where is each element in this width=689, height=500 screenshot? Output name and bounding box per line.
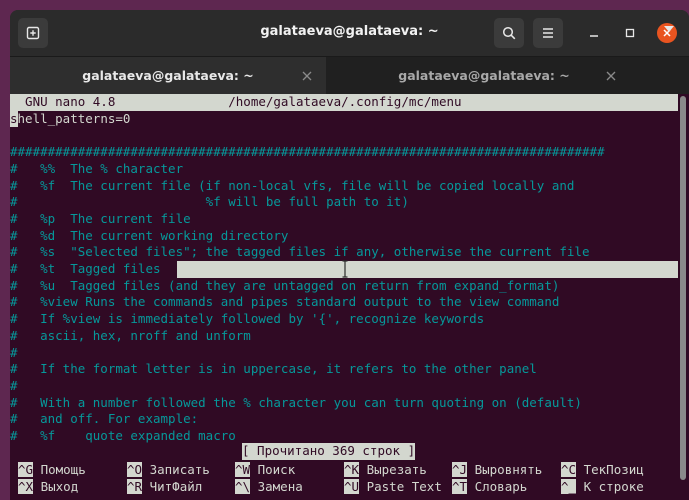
status-message: [ Прочитано 369 строк ] — [242, 443, 416, 460]
shortcut-item: ^U Paste Text — [344, 479, 442, 496]
shortcut-item: ^W Поиск — [235, 462, 295, 479]
editor-line[interactable]: # %s "Selected files"; the tagged files … — [10, 244, 589, 261]
editor-line[interactable]: # %f quote expanded macro — [10, 428, 236, 445]
shortcut-bar: ^G Помощь ^O Записать ^W Поиск ^K Вырезать ^… — [10, 462, 689, 498]
tab-close-icon[interactable] — [605, 70, 617, 82]
terminal-window: galataeva@galataeva: ~ galataeva@galatae… — [10, 10, 689, 500]
terminal-area[interactable]: GNU nano 4.8 /home/galataeva/.config/mc/… — [10, 94, 689, 500]
tab-close-icon[interactable] — [301, 70, 313, 82]
shortcut-item: ^X Выход — [18, 479, 78, 496]
shortcut-label: Помощь — [33, 462, 86, 477]
shortcut-key: ^T — [452, 479, 468, 494]
scrollbar-thumb[interactable] — [680, 96, 686, 480]
editor-line[interactable]: # %u Tagged files (and they are untagged… — [10, 278, 559, 295]
search-button[interactable] — [494, 18, 524, 48]
editor-line-text: hell_patterns=0 — [17, 110, 131, 126]
search-icon — [502, 26, 516, 40]
shortcut-key: ^G — [18, 462, 34, 477]
editor-line[interactable]: # If %view is immediately followed by '{… — [10, 311, 484, 328]
shortcut-item: ^C ТекПозиц — [561, 462, 644, 479]
editor-line[interactable]: # %view Runs the commands and pipes stan… — [10, 294, 559, 311]
shortcut-label: Замена — [250, 479, 303, 494]
editor-line[interactable]: # %f will be full path to it) — [10, 194, 409, 211]
shortcut-label: Вырезать — [359, 462, 427, 477]
tabs-menu-arrow-icon[interactable] — [664, 26, 674, 32]
shortcut-key: ^O — [127, 462, 143, 477]
shortcut-label: Paste Text — [359, 479, 442, 494]
shortcut-item: ^R ЧитФайл — [127, 479, 202, 496]
shortcut-label: К строке — [576, 479, 644, 494]
shortcut-item: ^G Помощь — [18, 462, 86, 479]
minimize-button[interactable] — [584, 23, 604, 43]
tab-1[interactable]: galataeva@galataeva: ~ — [10, 57, 326, 94]
tab-2[interactable]: galataeva@galataeva: ~ — [326, 57, 642, 94]
shortcut-key: ^J — [452, 462, 468, 477]
shortcut-item: ^T Словарь — [452, 479, 527, 496]
editor-line[interactable]: # — [10, 345, 18, 362]
ibeam-cursor-icon — [342, 260, 348, 278]
shortcut-label: Словарь — [467, 479, 528, 494]
shortcut-label: Поиск — [250, 462, 296, 477]
editor-line[interactable]: # %% The % character — [10, 161, 183, 178]
nano-header: GNU nano 4.8 /home/galataeva/.config/mc/… — [10, 94, 678, 111]
editor-line-1[interactable]: shell_patterns=0 — [10, 110, 131, 128]
maximize-button[interactable] — [620, 23, 640, 43]
shortcut-label: ТекПозиц — [576, 462, 644, 477]
tab-label: galataeva@galataeva: ~ — [398, 68, 570, 83]
shortcut-label: ЧитФайл — [142, 479, 203, 494]
tab-label: galataeva@galataeva: ~ — [82, 68, 254, 83]
text-cursor: s — [10, 110, 18, 128]
tab-bar: galataeva@galataeva: ~ galataeva@galatae… — [10, 56, 689, 94]
editor-line[interactable]: # %d The current working directory — [10, 228, 288, 245]
editor-line[interactable]: # %p The current file — [10, 211, 191, 228]
maximize-icon — [625, 28, 635, 38]
editor-line[interactable]: # — [10, 378, 18, 395]
shortcut-key: ^W — [235, 462, 251, 477]
editor-line[interactable]: ########################################… — [10, 144, 605, 161]
hamburger-menu-button[interactable] — [533, 18, 563, 48]
editor-line[interactable]: # %f The current file (if non-local vfs,… — [10, 178, 574, 195]
shortcut-item: ^_ К строке — [561, 479, 644, 496]
shortcut-key: ^\ — [235, 479, 251, 494]
editor-line[interactable]: # and off. For example: — [10, 411, 198, 428]
shortcut-key: ^R — [127, 479, 143, 494]
shortcut-item: ^J Выровнять — [452, 462, 542, 479]
shortcut-label: Записать — [142, 462, 210, 477]
shortcut-label: Выход — [33, 479, 79, 494]
scrollbar[interactable] — [679, 94, 687, 488]
shortcut-item: ^K Вырезать — [344, 462, 427, 479]
hamburger-menu-icon — [543, 28, 553, 38]
editor-line[interactable]: # %t Tagged files — [10, 261, 161, 278]
shortcut-key: ^K — [344, 462, 360, 477]
minimize-icon — [590, 35, 598, 37]
shortcut-label: Выровнять — [467, 462, 543, 477]
shortcut-key: ^C — [561, 462, 577, 477]
shortcut-key: ^_ — [561, 479, 577, 494]
shortcut-item: ^O Записать — [127, 462, 210, 479]
editor-line[interactable]: # If the format letter is in uppercase, … — [10, 361, 537, 378]
shortcut-item: ^\ Замена — [235, 479, 303, 496]
shortcut-key: ^U — [344, 479, 360, 494]
text-selection — [177, 261, 678, 278]
editor-line[interactable]: # ascii, hex, nroff and unform — [10, 328, 251, 345]
shortcut-key: ^X — [18, 479, 34, 494]
editor-line[interactable]: # With a number followed the % character… — [10, 395, 582, 412]
title-bar[interactable]: galataeva@galataeva: ~ — [10, 10, 689, 56]
